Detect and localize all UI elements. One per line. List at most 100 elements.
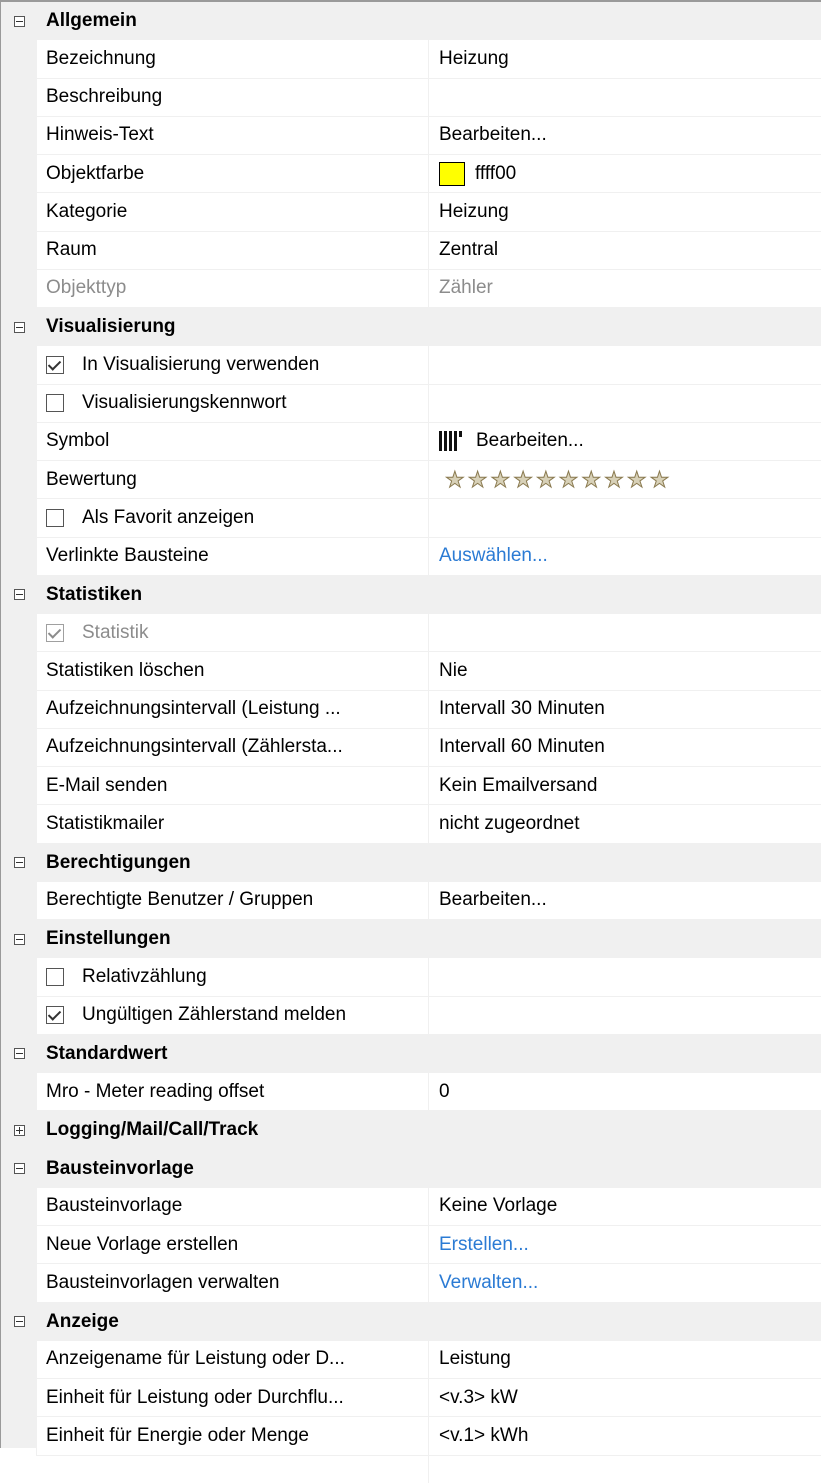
property-row-symbol[interactable]: Symbol Bearbeiten...: [1, 422, 821, 461]
property-row-objektfarbe[interactable]: Objektfarbe ffff00: [1, 155, 821, 194]
property-name-cell[interactable]: Relativzählung: [37, 958, 429, 997]
property-name-cell[interactable]: Mro - Meter reading offset: [37, 1073, 429, 1112]
property-name-cell[interactable]: Aufzeichnungsintervall (Zählersta...: [37, 728, 429, 767]
property-row-berechtigte-benutzer-gruppen[interactable]: Berechtigte Benutzer / Gruppen Bearbeiten…: [1, 881, 821, 920]
property-name-cell[interactable]: Hinweis-Text: [37, 116, 429, 155]
property-name-cell[interactable]: Statistik: [37, 614, 429, 653]
collapse-icon[interactable]: [13, 589, 25, 601]
property-value-cell[interactable]: nicht zugeordnet: [429, 805, 821, 844]
category-berechtigungen[interactable]: Berechtigungen: [1, 843, 821, 882]
property-name-cell[interactable]: Bausteinvorlage: [37, 1187, 429, 1226]
property-value-cell[interactable]: [429, 79, 821, 117]
category-visualisierung[interactable]: Visualisierung: [1, 308, 821, 347]
category-bausteinvorlage[interactable]: Bausteinvorlage: [1, 1149, 821, 1188]
property-name-cell[interactable]: Aufzeichnungsintervall (Leistung ...: [37, 690, 429, 729]
checkbox[interactable]: [46, 355, 64, 374]
property-value-cell[interactable]: Zähler: [429, 270, 821, 308]
property-name-cell[interactable]: Als Favorit anzeigen: [37, 499, 429, 538]
property-value-cell[interactable]: Kein Emailversand: [429, 767, 821, 806]
property-row-einheit-fur-leistung-oder-durchflu[interactable]: Einheit für Leistung oder Durchflu... <v.…: [1, 1379, 821, 1418]
property-value-cell[interactable]: 0: [429, 1073, 821, 1112]
property-name-cell[interactable]: Bausteinvorlagen verwalten: [37, 1264, 429, 1303]
property-value-cell[interactable]: Leistung: [429, 1341, 821, 1379]
property-name-cell[interactable]: Statistikmailer: [37, 805, 429, 844]
property-row-bausteinvorlage[interactable]: Bausteinvorlage Keine Vorlage: [1, 1187, 821, 1226]
property-value-cell[interactable]: Verwalten...: [429, 1264, 821, 1303]
star-icon[interactable]: ★: [626, 468, 647, 491]
property-value-cell[interactable]: <v.3> kW: [429, 1379, 821, 1418]
collapse-icon[interactable]: [13, 1048, 25, 1060]
category-standardwert[interactable]: Standardwert: [1, 1034, 821, 1073]
category-statistiken[interactable]: Statistiken: [1, 575, 821, 614]
property-value-cell[interactable]: [429, 958, 821, 997]
star-icon[interactable]: ★: [649, 468, 670, 491]
property-row-bewertung[interactable]: Bewertung ★ ★ ★ ★ ★ ★ ★ ★ ★ ★: [1, 461, 821, 500]
property-name-cell[interactable]: Bezeichnung: [37, 40, 429, 79]
star-icon[interactable]: ★: [535, 468, 556, 491]
property-name-cell[interactable]: Berechtigte Benutzer / Gruppen: [37, 881, 429, 920]
property-row-statistik[interactable]: Statistik: [1, 614, 821, 653]
property-name-cell[interactable]: Symbol: [37, 422, 429, 461]
property-row-in-visualisierung-verwenden[interactable]: In Visualisierung verwenden: [1, 346, 821, 385]
property-name-cell[interactable]: Bewertung: [37, 461, 429, 500]
property-name-cell[interactable]: Anzeigename für Leistung oder D...: [37, 1340, 429, 1379]
star-icon[interactable]: ★: [513, 468, 534, 491]
collapse-icon[interactable]: [13, 1163, 25, 1175]
property-value-cell[interactable]: Auswählen...: [429, 538, 821, 576]
star-icon[interactable]: ★: [445, 468, 466, 491]
property-value-cell[interactable]: Bearbeiten...: [429, 423, 821, 461]
property-row-visualisierungskennwort[interactable]: Visualisierungskennwort: [1, 384, 821, 423]
property-name-cell[interactable]: Einheit für Leistung oder Durchflu...: [37, 1379, 429, 1418]
property-name-cell[interactable]: Statistiken löschen: [37, 652, 429, 691]
category-allgemein[interactable]: Allgemein: [1, 2, 821, 41]
collapse-icon[interactable]: [13, 15, 25, 27]
property-row-ungultigen-zahlerstand-melden[interactable]: Ungültigen Zählerstand melden: [1, 996, 821, 1035]
property-row-mro-meter-reading-offset[interactable]: Mro - Meter reading offset 0: [1, 1073, 821, 1112]
category-logging-mail-call-track[interactable]: Logging/Mail/Call/Track: [1, 1111, 821, 1150]
star-icon[interactable]: ★: [467, 468, 488, 491]
property-value[interactable]: Verwalten...: [439, 1272, 538, 1294]
property-name-cell[interactable]: Beschreibung: [37, 78, 429, 117]
property-value-cell[interactable]: Keine Vorlage: [429, 1188, 821, 1226]
checkbox[interactable]: [46, 508, 64, 527]
property-name-cell[interactable]: Ungültigen Zählerstand melden: [37, 996, 429, 1035]
property-value-cell[interactable]: [429, 346, 821, 385]
property-name-cell[interactable]: Visualisierungskennwort: [37, 384, 429, 423]
property-name-cell[interactable]: Kategorie: [37, 193, 429, 232]
property-row-relativzahlung[interactable]: Relativzählung: [1, 958, 821, 997]
property-value-cell[interactable]: Bearbeiten...: [429, 117, 821, 155]
checkbox[interactable]: [46, 394, 64, 413]
property-row-als-favorit-anzeigen[interactable]: Als Favorit anzeigen: [1, 499, 821, 538]
collapse-icon[interactable]: [13, 1316, 25, 1328]
property-row-bezeichnung[interactable]: Bezeichnung Heizung: [1, 40, 821, 79]
collapse-icon[interactable]: [13, 857, 25, 869]
property-name-cell[interactable]: Objekttyp: [37, 269, 429, 308]
property-row-e-mail-senden[interactable]: E-Mail senden Kein Emailversand: [1, 767, 821, 806]
property-row-beschreibung[interactable]: Beschreibung: [1, 78, 821, 117]
property-value-cell[interactable]: [429, 997, 821, 1035]
property-row-statistikmailer[interactable]: Statistikmailer nicht zugeordnet: [1, 805, 821, 844]
property-row-neue-vorlage-erstellen[interactable]: Neue Vorlage erstellen Erstellen...: [1, 1226, 821, 1265]
property-name-cell[interactable]: E-Mail senden: [37, 767, 429, 806]
property-value-cell[interactable]: Nie: [429, 652, 821, 691]
category-einstellungen[interactable]: Einstellungen: [1, 920, 821, 959]
collapse-icon[interactable]: [13, 321, 25, 333]
property-name-cell[interactable]: Neue Vorlage erstellen: [37, 1226, 429, 1265]
property-row-anzeigename-fur-leistung-oder-d[interactable]: Anzeigename für Leistung oder D... Leistu…: [1, 1340, 821, 1379]
property-value-cell[interactable]: Zentral: [429, 232, 821, 270]
category-anzeige[interactable]: Anzeige: [1, 1302, 821, 1341]
property-row-kategorie[interactable]: Kategorie Heizung: [1, 193, 821, 232]
column-splitter[interactable]: [428, 1448, 429, 1483]
property-row-bausteinvorlagen-verwalten[interactable]: Bausteinvorlagen verwalten Verwalten...: [1, 1264, 821, 1303]
property-name-cell[interactable]: Raum: [37, 231, 429, 270]
property-name-cell[interactable]: In Visualisierung verwenden: [37, 346, 429, 385]
property-row-statistiken-loschen[interactable]: Statistiken löschen Nie: [1, 652, 821, 691]
star-icon[interactable]: ★: [604, 468, 625, 491]
property-value-cell[interactable]: [429, 614, 821, 653]
property-value-cell[interactable]: Heizung: [429, 193, 821, 232]
property-value-cell[interactable]: Intervall 60 Minuten: [429, 729, 821, 767]
property-value-cell[interactable]: [429, 499, 821, 538]
property-value[interactable]: Auswählen...: [439, 545, 548, 567]
property-value-cell[interactable]: ffff00: [429, 155, 821, 194]
color-swatch[interactable]: [439, 161, 465, 186]
